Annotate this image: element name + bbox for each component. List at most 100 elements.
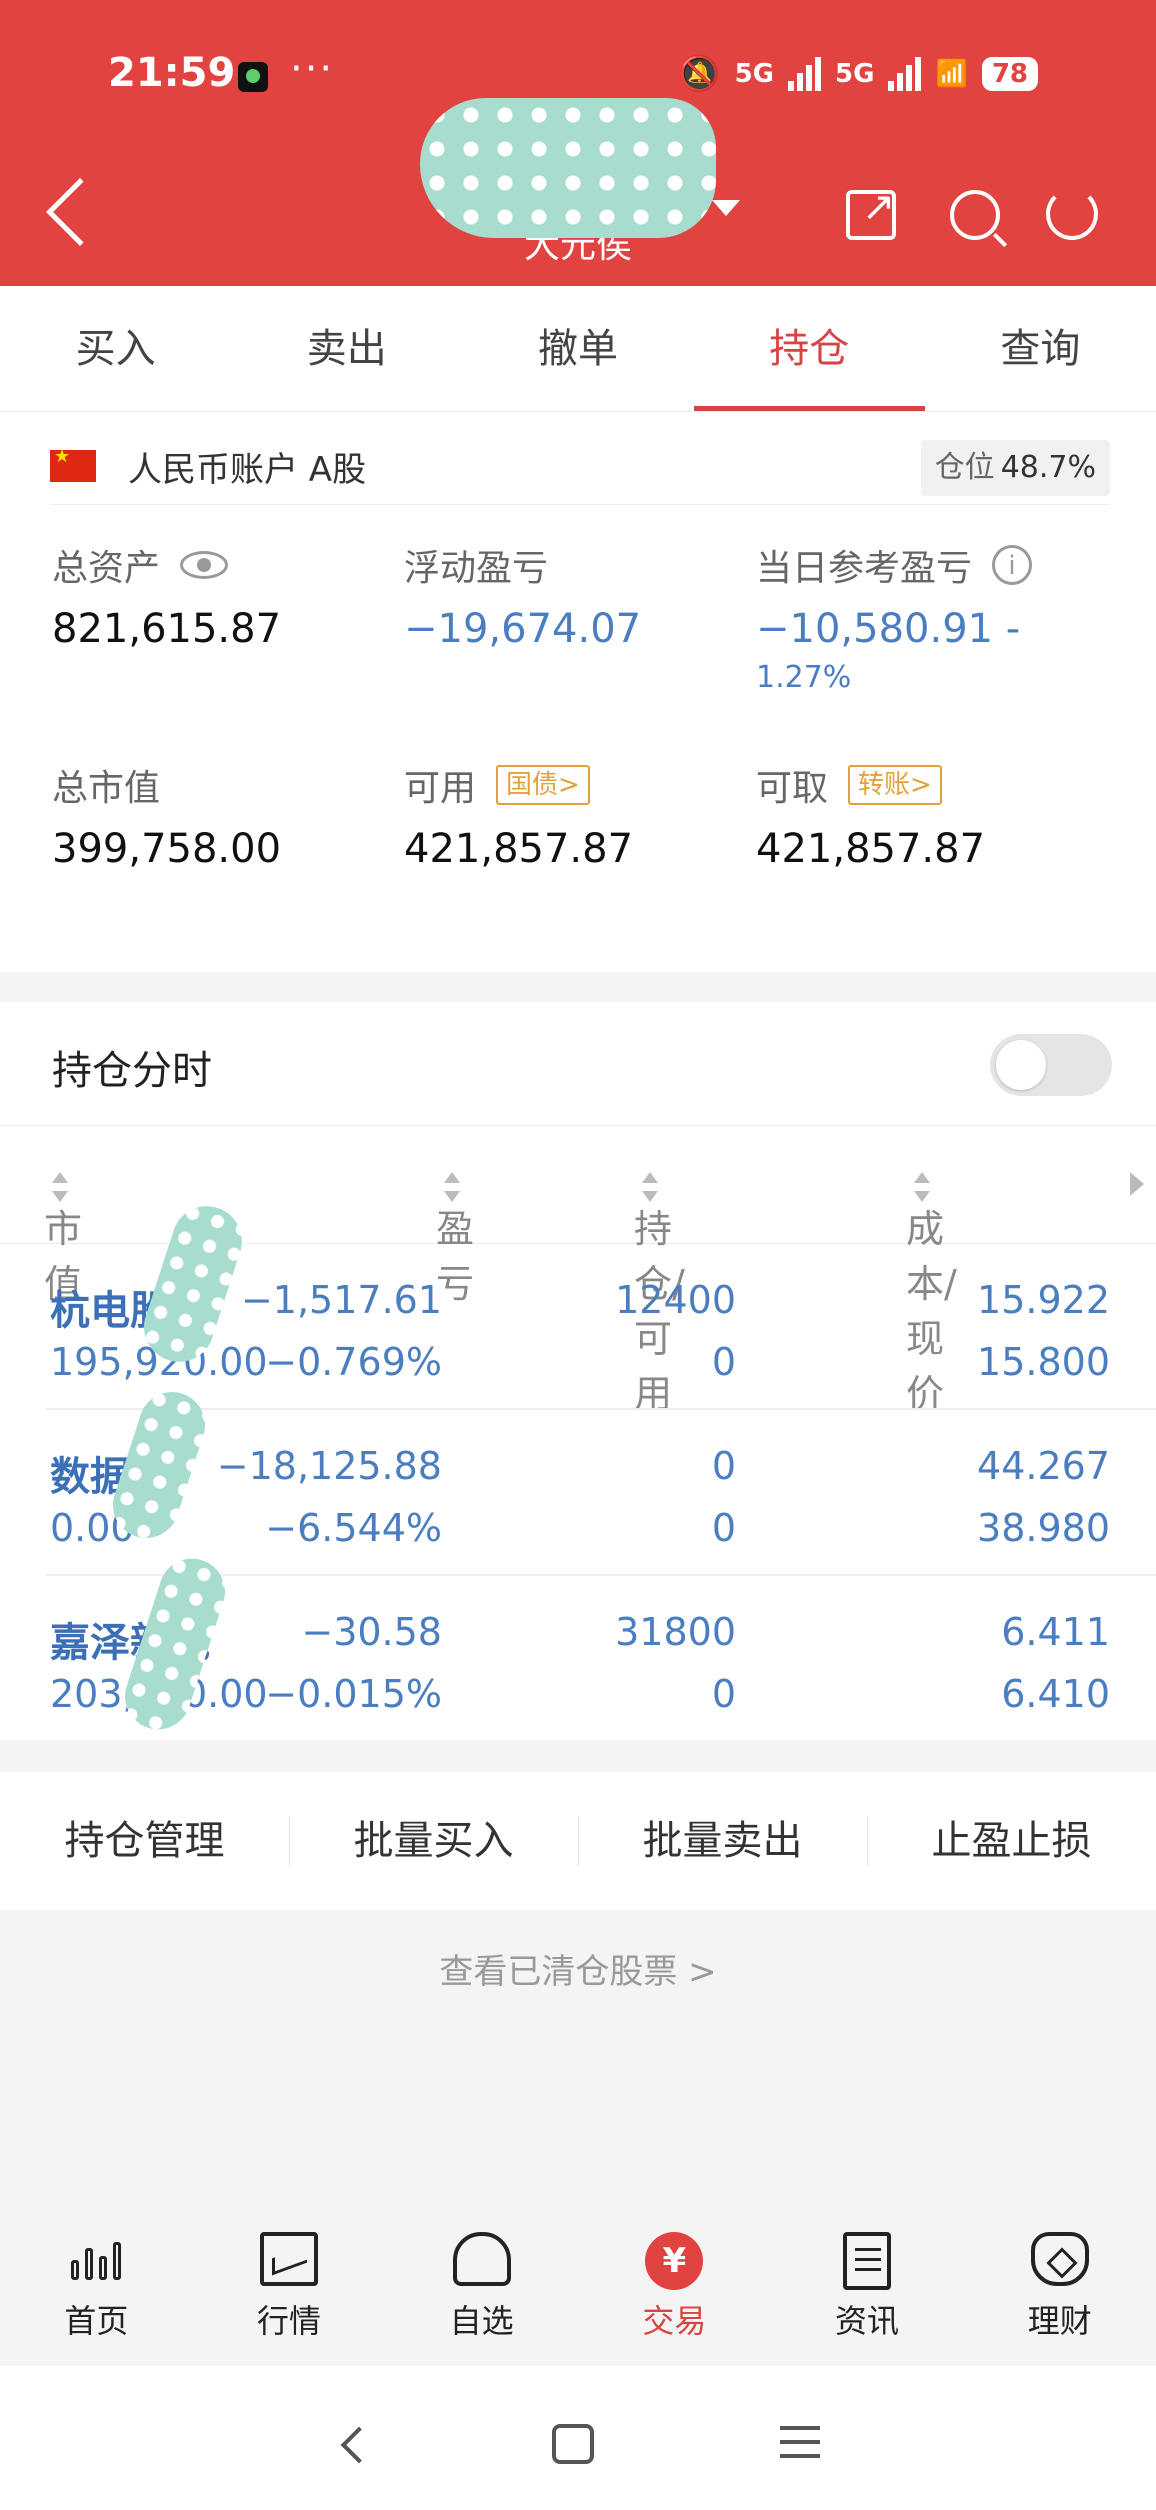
withdrawable-value: 421,857.87 [756, 826, 986, 872]
holdings-header: 持仓分时 [0, 1002, 1156, 1126]
nav-trade-label: 交易 [642, 2302, 707, 2340]
sort-icon [52, 1170, 68, 1204]
scroll-right-icon[interactable] [1130, 1172, 1144, 1196]
stock-price: 15.800 [977, 1340, 1110, 1384]
nav-trade[interactable]: ¥ 交易 [578, 2190, 771, 2366]
tab-holdings[interactable]: 持仓 [693, 286, 926, 411]
float-pl: 浮动盈亏 −19,674.07 [404, 540, 734, 652]
stock-holding: 0 [711, 1444, 736, 1488]
system-menu-icon[interactable] [780, 2426, 820, 2430]
refresh-icon[interactable] [1046, 188, 1098, 240]
document-icon [843, 2232, 892, 2290]
nav-home-label: 首页 [64, 2302, 129, 2340]
col-cost-price[interactable]: 成本/现价 [906, 1162, 957, 1416]
bond-tag-button[interactable]: 国债> [496, 765, 590, 805]
daily-pl-label: 当日参考盈亏 [756, 548, 973, 589]
account-selector[interactable]: 人民币账户 A股 仓位48.7% [50, 432, 1110, 500]
stock-price: 38.980 [977, 1506, 1110, 1550]
stock-pl: −30.58 [301, 1610, 442, 1654]
total-assets-value: 821,615.87 [52, 606, 282, 652]
system-back-icon[interactable] [340, 2426, 378, 2464]
network-label-2: 5G [835, 59, 875, 89]
available-value: 421,857.87 [404, 826, 634, 872]
tab-sell[interactable]: 卖出 [231, 286, 462, 411]
eye-icon[interactable] [180, 551, 229, 579]
chart-icon [260, 2232, 318, 2286]
system-home-icon[interactable] [552, 2424, 594, 2464]
total-assets-label: 总资产 [52, 548, 161, 589]
nav-market-label: 行情 [257, 2302, 322, 2340]
sort-icon [914, 1170, 930, 1204]
available-label: 可用 [404, 768, 477, 809]
account-summary: 人民币账户 A股 仓位48.7% 总资产 821,615.87 浮动盈亏 −19… [0, 412, 1156, 972]
info-icon[interactable]: i [992, 545, 1033, 585]
stock-available: 0 [711, 1672, 736, 1716]
sort-icon [444, 1170, 460, 1204]
position-ratio-badge: 仓位 48.7% [920, 440, 1110, 496]
money-bag-icon [1030, 2232, 1089, 2286]
col-pl[interactable]: 盈亏 [436, 1162, 474, 1306]
col-market-value[interactable]: 市值 [44, 1162, 82, 1306]
stock-pl-percent: −0.015% [265, 1672, 442, 1716]
stock-available: 0 [711, 1506, 736, 1550]
nav-market[interactable]: 行情 [193, 2190, 386, 2366]
transfer-tag-button[interactable]: 转账> [848, 765, 942, 805]
battery-indicator: 78 [981, 57, 1038, 91]
tab-cancel[interactable]: 撤单 [462, 286, 693, 411]
stock-pl: −1,517.61 [240, 1278, 442, 1322]
holding-row[interactable]: 杭电股份 195,920.00 −1,517.61 −0.769% 12400 … [46, 1197, 1156, 1410]
holding-row[interactable]: 嘉泽新能 203,850.00 −30.58 −0.015% 31800 0 6… [46, 1550, 1156, 1742]
stock-pl-percent: −0.769% [265, 1340, 442, 1384]
withdrawable-funds: 可取 转账> 421,857.87 [756, 760, 1086, 872]
batch-buy-button[interactable]: 批量买入 [289, 1772, 578, 1910]
tab-query[interactable]: 查询 [925, 286, 1156, 411]
china-flag-icon [50, 446, 96, 482]
sort-icon [642, 1170, 658, 1204]
stock-price: 6.410 [1001, 1672, 1110, 1716]
market-value-value: 399,758.00 [52, 826, 282, 872]
wifi-icon: 📶 [935, 59, 968, 89]
stock-cost: 15.922 [977, 1278, 1110, 1322]
account-name: 人民币账户 A股 [128, 449, 367, 490]
search-icon[interactable] [950, 190, 1000, 240]
network-label-1: 5G [734, 59, 774, 89]
batch-sell-button[interactable]: 批量卖出 [578, 1772, 867, 1910]
signal-icon [788, 57, 821, 91]
market-value: 总市值 399,758.00 [52, 760, 382, 872]
tab-buy[interactable]: 买入 [0, 286, 231, 411]
nav-wealth-label: 理财 [1027, 2302, 1092, 2340]
signal-icon-2 [888, 57, 922, 91]
system-navigation [0, 2366, 1156, 2510]
stock-cost: 6.411 [1001, 1610, 1110, 1654]
share-icon[interactable] [846, 184, 896, 240]
nav-wealth[interactable]: 理财 [963, 2190, 1156, 2366]
withdrawable-label: 可取 [756, 768, 829, 809]
stop-profit-loss-button[interactable]: 止盈止损 [867, 1772, 1156, 1910]
holding-row[interactable]: 数据港 0.00 −18,125.88 −6.544% 0 0 44.267 3… [46, 1383, 1156, 1576]
nav-bar: 大元侯 [0, 98, 1156, 270]
daily-pl-percent: 1.27% [756, 660, 852, 695]
nav-news[interactable]: 资讯 [771, 2190, 964, 2366]
market-value-label: 总市值 [52, 768, 161, 809]
float-pl-label: 浮动盈亏 [404, 548, 549, 589]
nav-watchlist[interactable]: 自选 [385, 2190, 578, 2366]
holdings-column-headers: 市值 盈亏 持仓/可用 成本/现价 [0, 1126, 1156, 1416]
app-header: 21:59 ··· 🔕 5G 5G 📶 78 大元侯 [0, 0, 1156, 286]
holdings-intraday-toggle[interactable] [990, 1034, 1112, 1096]
available-funds: 可用 国债> 421,857.87 [404, 760, 734, 872]
stock-pl: −18,125.88 [216, 1444, 442, 1488]
nav-home[interactable]: 首页 [0, 2190, 193, 2366]
col-hold-available[interactable]: 持仓/可用 [634, 1162, 685, 1416]
status-time: 21:59 [108, 50, 236, 96]
stock-holding: 31800 [615, 1610, 736, 1654]
cleared-stocks-link[interactable]: 查看已清仓股票 > [0, 1944, 1156, 1993]
total-assets: 总资产 821,615.87 [52, 540, 382, 652]
divider [50, 504, 1110, 505]
mute-icon: 🔕 [678, 54, 721, 94]
stock-holding: 12400 [615, 1278, 736, 1322]
dropdown-caret-icon[interactable] [712, 200, 740, 216]
manage-holdings-button[interactable]: 持仓管理 [0, 1772, 289, 1910]
more-notifications-icon: ··· [290, 46, 335, 92]
holdings-panel: 持仓分时 市值 盈亏 持仓/可用 成本/现价 杭电股份 195,920.00 −… [0, 1002, 1156, 1740]
app-notification-icon [238, 62, 268, 92]
